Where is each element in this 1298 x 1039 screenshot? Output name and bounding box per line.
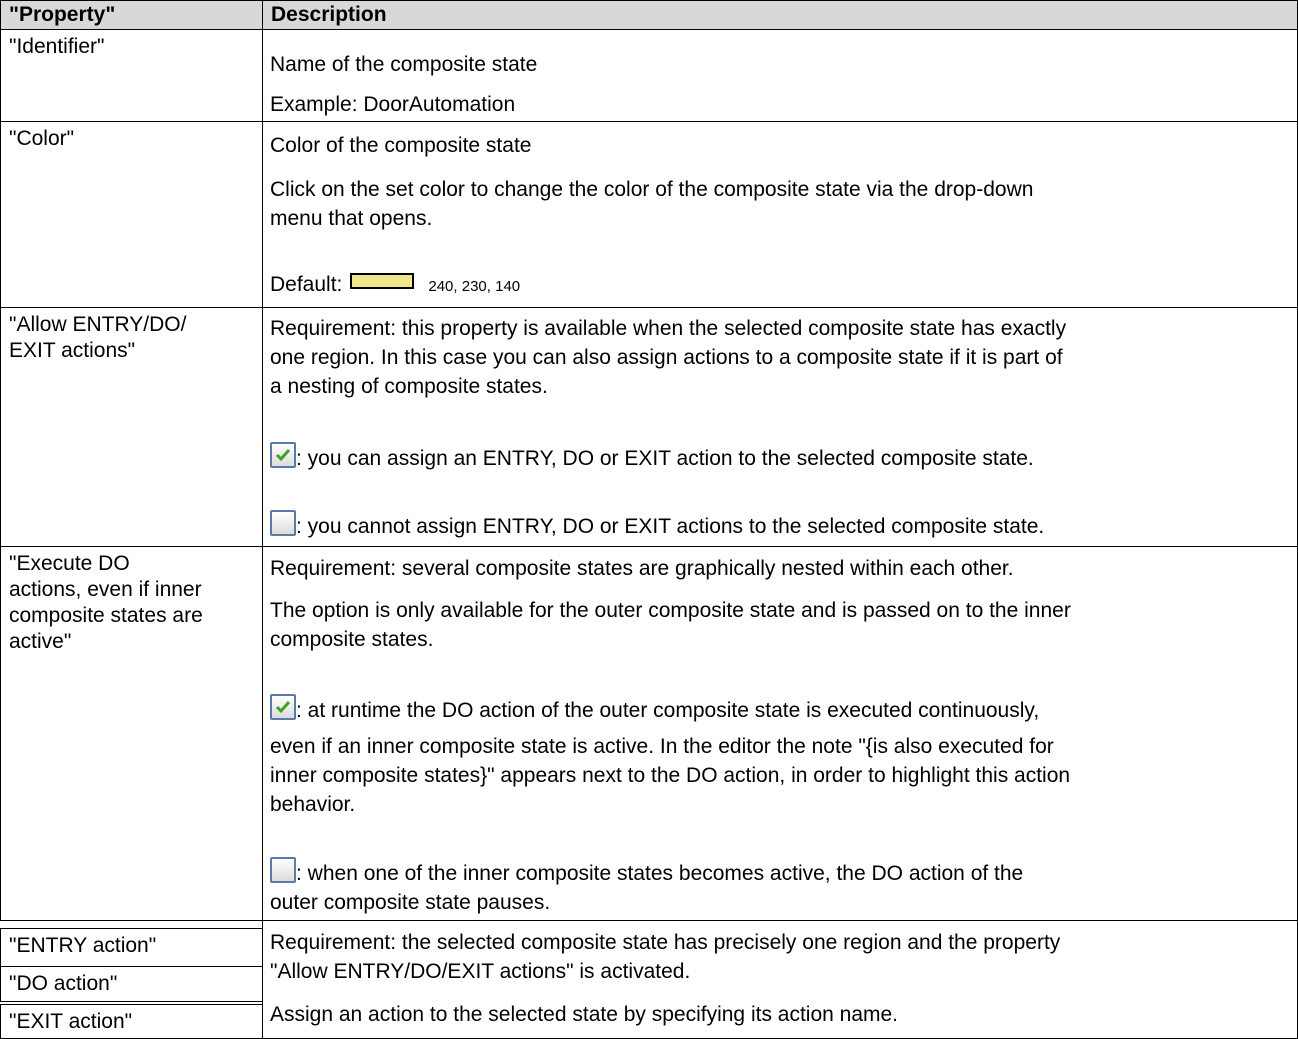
color-line1: Color of the composite state: [270, 134, 532, 157]
property-execute-do-line4: active": [9, 630, 72, 653]
property-allow-actions-line1: "Allow ENTRY/DO/: [9, 313, 187, 336]
execute-checked-line1: : at runtime the DO action of the outer …: [270, 694, 1290, 725]
color-default-value: 240, 230, 140: [428, 278, 521, 295]
checkbox-unchecked-icon: [270, 857, 296, 883]
property-execute-do-line3: composite states are: [9, 604, 203, 627]
property-allow-actions-line2: EXIT actions": [9, 339, 136, 362]
execute-unchecked-line2: outer composite state pauses.: [270, 891, 551, 914]
allow-checked-line: : you can assign an ENTRY, DO or EXIT ac…: [270, 442, 1290, 473]
property-color: "Color": [0, 121, 263, 308]
actions-req-line1: Requirement: the selected composite stat…: [270, 931, 1061, 954]
checkbox-checked-icon: [270, 442, 296, 468]
execute-unchecked-text1: : when one of the inner composite states…: [296, 862, 1024, 885]
property-exit-action: "EXIT action": [0, 1004, 263, 1039]
execute-checked-text1: : at runtime the DO action of the outer …: [296, 699, 1040, 722]
execute-checked-line3: inner composite states}" appears next to…: [270, 764, 1071, 787]
property-execute-do: "Execute DO actions, even if inner compo…: [0, 546, 263, 921]
color-swatch[interactable]: [350, 273, 415, 289]
execute-req: Requirement: several composite states ar…: [270, 557, 1014, 580]
color-default-line: Default: 240, 230, 140: [270, 271, 1290, 301]
identifier-line2: Example: DoorAutomation: [270, 93, 516, 116]
property-allow-actions: "Allow ENTRY/DO/ EXIT actions": [0, 307, 263, 547]
execute-unchecked-line1: : when one of the inner composite states…: [270, 857, 1290, 888]
color-line3: menu that opens.: [270, 207, 433, 230]
execute-opt-line1: The option is only available for the out…: [270, 599, 1071, 622]
allow-req-line3: a nesting of composite states.: [270, 375, 548, 398]
allow-req-line1: Requirement: this property is available …: [270, 317, 1067, 340]
actions-assign: Assign an action to the selected state b…: [270, 1003, 899, 1026]
property-execute-do-line1: "Execute DO: [9, 552, 130, 575]
allow-unchecked-text: : you cannot assign ENTRY, DO or EXIT ac…: [296, 515, 1045, 538]
color-default-label: Default:: [270, 273, 343, 296]
execute-opt-line2: composite states.: [270, 628, 434, 651]
checkbox-unchecked-icon: [270, 510, 296, 536]
header-property: "Property": [0, 0, 263, 30]
checkbox-checked-icon: [270, 694, 296, 720]
property-do-action: "DO action": [0, 966, 263, 1002]
actions-req-line2: "Allow ENTRY/DO/EXIT actions" is activat…: [270, 960, 691, 983]
property-identifier: "Identifier": [0, 29, 263, 122]
color-line2: Click on the set color to change the col…: [270, 178, 1034, 201]
allow-unchecked-line: : you cannot assign ENTRY, DO or EXIT ac…: [270, 510, 1290, 541]
execute-checked-line2: even if an inner composite state is acti…: [270, 735, 1054, 758]
execute-checked-line4: behavior.: [270, 793, 356, 816]
header-description: Description: [262, 0, 1298, 30]
identifier-line1: Name of the composite state: [270, 53, 538, 76]
allow-req-line2: one region. In this case you can also as…: [270, 346, 1063, 369]
property-entry-action: "ENTRY action": [0, 928, 263, 967]
property-execute-do-line2: actions, even if inner: [9, 578, 202, 601]
allow-checked-text: : you can assign an ENTRY, DO or EXIT ac…: [296, 447, 1034, 470]
